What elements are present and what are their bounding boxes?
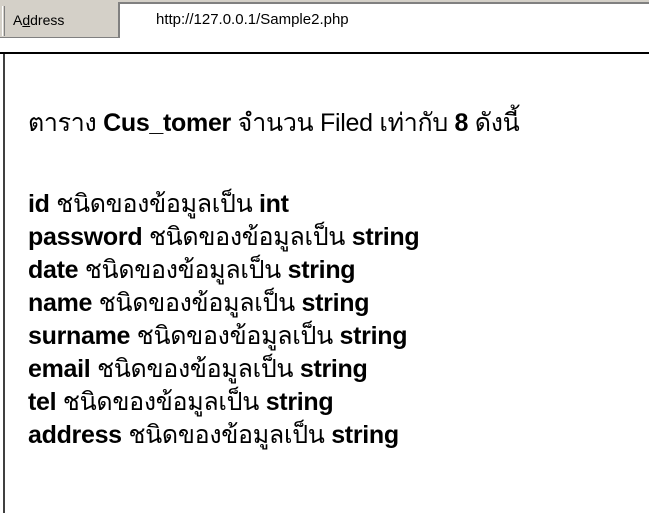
address-label: Address	[13, 12, 65, 28]
address-accesskey: d	[22, 12, 31, 28]
field-list: id ชนิดของข้อมูลเป็น int password ชนิดขอ…	[28, 188, 420, 452]
toolbar-grip[interactable]	[2, 6, 5, 36]
heading-suffix: ดังนี้	[468, 109, 520, 137]
heading-table-name: Cus_tomer	[103, 109, 231, 137]
field-row: name ชนิดของข้อมูลเป็น string	[28, 289, 370, 317]
page-heading: ตาราง Cus_tomer จำนวน Filed เท่ากับ 8 ดั…	[28, 108, 520, 138]
heading-prefix: ตาราง	[28, 109, 104, 137]
field-row: surname ชนิดของข้อมูลเป็น string	[28, 322, 408, 350]
heading-field-count: 8	[454, 109, 469, 137]
address-bar: Address http://127.0.0.1/Sample2.php	[0, 0, 649, 38]
field-row: password ชนิดของข้อมูลเป็น string	[28, 223, 420, 251]
field-row: email ชนิดของข้อมูลเป็น string	[28, 355, 368, 383]
toolbar-gap	[0, 38, 649, 52]
address-input[interactable]: http://127.0.0.1/Sample2.php	[118, 2, 649, 38]
content-left-border	[3, 54, 5, 513]
heading-middle: จำนวน Filed เท่ากับ	[231, 109, 455, 137]
field-row: tel ชนิดของข้อมูลเป็น string	[28, 388, 334, 416]
field-row: id ชนิดของข้อมูลเป็น int	[28, 190, 289, 218]
field-row: address ชนิดของข้อมูลเป็น string	[28, 421, 399, 449]
field-row: date ชนิดของข้อมูลเป็น string	[28, 256, 356, 284]
